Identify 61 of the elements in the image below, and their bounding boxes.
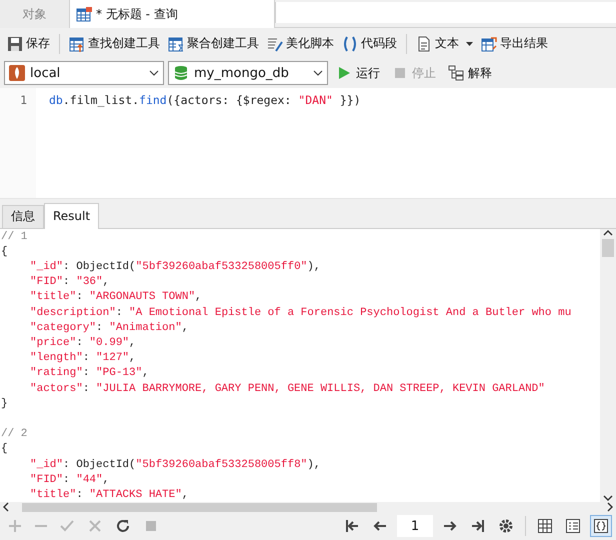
first-page-icon[interactable] — [344, 518, 360, 534]
scrollbar-thumb[interactable] — [602, 238, 614, 257]
code-line: "actors": "JULIA BARRYMORE, GARY PENN, GENE WILLIS, DAN STREEP, KEVIN GARLAND" — [30, 382, 545, 397]
table-icon — [168, 36, 184, 52]
last-page-icon[interactable] — [470, 518, 486, 534]
code-line: // 1 — [1, 230, 28, 245]
diagram-icon — [448, 65, 464, 82]
page-number-field[interactable]: 1 — [397, 515, 433, 538]
chevron-down-icon — [313, 70, 323, 76]
code-line: "FID": "36", — [30, 275, 110, 290]
settings-icon[interactable] — [498, 518, 514, 534]
code-line: "price": "0.99", — [30, 336, 136, 352]
lines-brush-icon — [267, 36, 283, 52]
table-icon — [76, 6, 92, 22]
code-line: "title": "ARGONAUTS TOWN", — [30, 290, 202, 306]
code-line: "title": "ATTACKS HATE", — [30, 488, 188, 502]
horizontal-scrollbar[interactable] — [0, 502, 616, 513]
toolbar-button[interactable]: 运行 — [332, 64, 384, 82]
database-dropdown[interactable]: my_mongo_db — [168, 61, 328, 86]
toolbar-button[interactable]: 保存 — [4, 33, 53, 54]
toolbar-button[interactable]: 文本 — [413, 33, 476, 54]
code-line: } — [1, 396, 8, 412]
table-icon — [69, 36, 85, 52]
chevron-down-icon — [149, 70, 159, 76]
code-line: "description": "A Emotional Epistle of a Forensic Psychologist And a Butler who mu — [30, 306, 572, 321]
table-arrow-icon — [481, 36, 497, 52]
result-tab[interactable]: 信息 — [2, 204, 44, 228]
caret-icon — [466, 42, 473, 46]
toolbar-button[interactable]: 查找创建工具 — [66, 33, 163, 54]
database-icon — [173, 65, 189, 82]
toolbar-button[interactable]: 解释 — [444, 64, 496, 82]
code-line: { — [1, 442, 8, 458]
play-icon — [336, 65, 352, 82]
toolbar-button[interactable]: 美化脚本 — [264, 33, 337, 54]
leaf-icon — [9, 65, 25, 82]
code-line: "length": "127", — [30, 351, 136, 366]
scroll-left-icon[interactable] — [2, 502, 10, 512]
scroll-right-icon[interactable] — [606, 502, 614, 512]
toolbar-button[interactable]: 聚合创建工具 — [165, 33, 262, 54]
code-line[interactable]: db.film_list.find({actors: {$regex: "DAN" }}) — [48, 92, 616, 108]
toolbar-button[interactable]: 代码段 — [339, 33, 400, 54]
code-line: "_id": ObjectId("5bf39260abaf533258005ff8"), — [30, 458, 320, 473]
refresh-icon[interactable] — [115, 518, 131, 534]
code-line: "_id": ObjectId("5bf39260abaf533258005ff0"), — [30, 260, 320, 276]
code-line: // 2 — [1, 427, 28, 442]
parentheses-icon — [342, 36, 358, 52]
code-line: "rating": "PG-13", — [30, 366, 149, 382]
scroll-down-icon[interactable] — [603, 494, 613, 502]
scrollbar-thumb[interactable] — [22, 502, 377, 512]
code-line: "FID": "44", — [30, 472, 110, 488]
vertical-scrollbar[interactable] — [600, 228, 616, 502]
code-line: "category": "Animation", — [30, 320, 188, 336]
scroll-up-icon[interactable] — [603, 228, 613, 237]
braces-icon[interactable] — [590, 515, 612, 538]
result-tab[interactable]: Result — [44, 202, 100, 229]
connection-dropdown[interactable]: local — [4, 61, 164, 86]
toolbar-button[interactable]: 导出结果 — [478, 33, 551, 54]
code-line: { — [1, 244, 8, 260]
document-tab[interactable]: * 无标题 - 查询 — [70, 0, 275, 28]
document-icon — [416, 36, 432, 52]
line-number: 1 — [19, 92, 28, 108]
